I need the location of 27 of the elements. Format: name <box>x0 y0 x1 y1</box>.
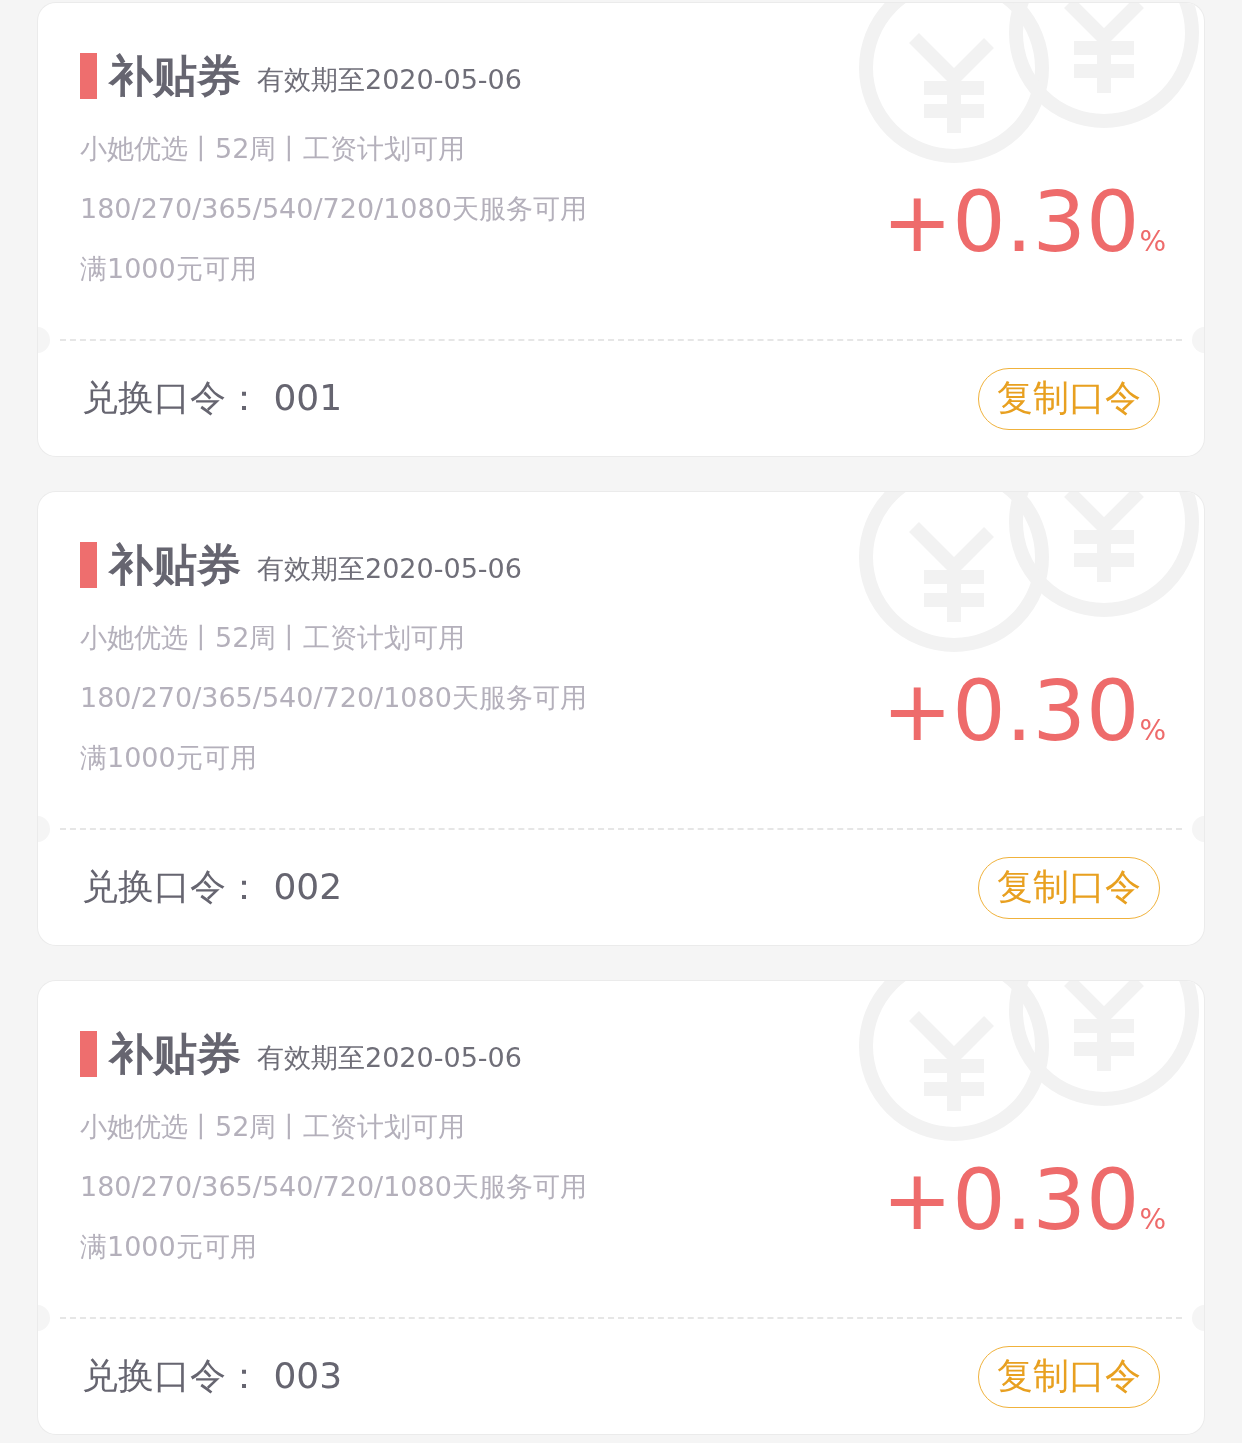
copy-code-button[interactable]: 复制口令 <box>978 367 1160 430</box>
accent-bar <box>80 53 97 99</box>
condition-text: 满1000元可用 <box>80 1230 258 1264</box>
condition-text: 小她优选丨52周丨工资计划可用 <box>80 132 467 166</box>
coupon-value: +0.30% <box>881 1151 1166 1249</box>
expiry-date: 有效期至2020-05-06 <box>257 552 522 586</box>
expiry-date: 有效期至2020-05-06 <box>257 63 522 97</box>
condition-text: 满1000元可用 <box>80 252 258 286</box>
coupon-value: +0.30% <box>881 173 1166 271</box>
coupon-title: 补贴券 <box>109 1026 241 1081</box>
condition-text: 180/270/365/540/720/1080天服务可用 <box>80 681 587 715</box>
condition-text: 180/270/365/540/720/1080天服务可用 <box>80 1170 587 1204</box>
condition-text: 180/270/365/540/720/1080天服务可用 <box>80 192 587 226</box>
condition-text: 小她优选丨52周丨工资计划可用 <box>80 621 467 655</box>
accent-bar <box>80 542 97 588</box>
condition-text: 小她优选丨52周丨工资计划可用 <box>80 1110 467 1144</box>
copy-code-button[interactable]: 复制口令 <box>978 856 1160 919</box>
coupon-title: 补贴券 <box>109 48 241 103</box>
copy-code-button[interactable]: 复制口令 <box>978 1345 1160 1408</box>
condition-text: 满1000元可用 <box>80 741 258 775</box>
redeem-code: 兑换口令： 003 <box>82 1354 343 1398</box>
expiry-date: 有效期至2020-05-06 <box>257 1041 522 1075</box>
accent-bar <box>80 1031 97 1077</box>
redeem-code: 兑换口令： 001 <box>82 376 343 420</box>
redeem-code: 兑换口令： 002 <box>82 865 343 909</box>
coupon-value: +0.30% <box>881 662 1166 760</box>
coupon-title: 补贴券 <box>109 537 241 592</box>
